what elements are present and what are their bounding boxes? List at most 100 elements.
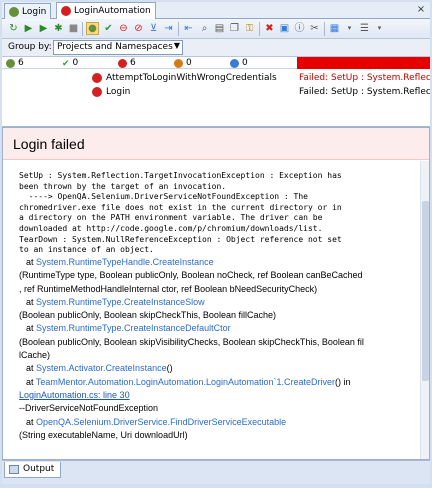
test-status-icon <box>9 6 19 17</box>
settings-icon[interactable]: ☰ <box>358 22 371 35</box>
filter-icon[interactable]: ⊻ <box>147 22 160 35</box>
result-name: AttemptToLoginWithWrongCredentials <box>106 73 277 83</box>
lock-icon[interactable]: ⚿ <box>243 22 256 35</box>
stack-method: CreateInstance <box>105 363 167 374</box>
stack-line: at System.RuntimeType.CreateInstanceSlow <box>19 296 423 309</box>
window-icon[interactable]: ▦ <box>328 22 341 35</box>
debug-icon[interactable]: ✱ <box>52 22 65 35</box>
stat-inconclusive: 0 <box>230 58 248 68</box>
group-by-select[interactable]: Projects and Namespaces ▼ <box>53 40 183 55</box>
document-tabstrip: Login LoginAutomation × <box>2 2 430 19</box>
source-file-link[interactable]: LoginAutomation.cs: line 30 <box>19 390 130 400</box>
tab-loginautomation[interactable]: LoginAutomation <box>56 2 156 19</box>
tab-label: LoginAutomation <box>74 6 151 16</box>
stop-icon[interactable]: ■ <box>67 22 80 35</box>
unit-icon[interactable]: ▣ <box>278 22 291 35</box>
stack-suffix: () in <box>335 376 351 387</box>
stack-line: , ref RuntimeMethodHandleInternal ctor, … <box>19 283 318 294</box>
tab-login[interactable]: Login <box>4 3 52 19</box>
stack-prefix: at <box>26 416 37 427</box>
stack-method: FindDriverServiceExecutable <box>170 416 287 427</box>
filter-ignored-icon[interactable]: ⊘ <box>132 22 145 35</box>
tab-label: Login <box>22 6 47 17</box>
failed-tests-icon <box>118 58 127 68</box>
stack-line: at OpenQA.Selenium.DriverService.FindDri… <box>19 416 423 429</box>
stack-method: CreateInstance <box>152 257 214 267</box>
message-line: chromedriver.exe file does not exist in … <box>19 202 342 212</box>
stack-suffix: () <box>166 363 173 374</box>
result-row[interactable]: Login Failed: SetUp : System.Reflection.… <box>2 85 430 99</box>
cut-icon[interactable]: ✂ <box>308 22 321 35</box>
stack-line: (RuntimeType type, Boolean publicOnly, B… <box>19 270 363 281</box>
failed-status-icon <box>61 6 71 16</box>
stack-line: (Boolean publicOnly, Boolean skipCheckTh… <box>19 310 276 321</box>
exception-message: SetUp : System.Reflection.TargetInvocati… <box>19 171 419 256</box>
stack-line: at TeamMentor.Automation.LoginAutomation… <box>19 376 423 389</box>
toolbar: ↻ ▶ ▶ ✱ ■ ● ✔ ⊖ ⊘ ⊻ ⇥ ⇤ ⌕ ▤ ❐ ⚿ ✖ ▣ ⓘ ✂ … <box>2 19 430 39</box>
tab-output[interactable]: Output <box>4 462 62 478</box>
details-panel: Login failed SetUp : System.Reflection.T… <box>2 127 430 460</box>
scrollbar-thumb[interactable] <box>422 201 429 381</box>
passed-tests-icon: ✔ <box>62 58 70 69</box>
run-all-icon[interactable]: ↻ <box>7 22 20 35</box>
chevron-down-icon[interactable]: ▾ <box>373 22 386 35</box>
stat-value: 0 <box>242 58 248 68</box>
close-icon[interactable]: × <box>416 5 426 15</box>
stack-line: (Boolean publicOnly, Boolean skipVisibil… <box>19 336 364 347</box>
stack-line: at System.RuntimeTypeHandle.CreateInstan… <box>19 256 423 269</box>
tree-icon[interactable]: ● <box>86 22 99 35</box>
stack-method: CreateInstanceDefaultCtor <box>124 323 231 334</box>
toolbar-separator <box>324 22 325 36</box>
stack-type: System.RuntimeTypeHandle. <box>36 257 153 267</box>
message-line: ----> OpenQA.Selenium.DriverServiceNotFo… <box>19 192 308 202</box>
stack-type: System.RuntimeType. <box>36 296 125 307</box>
failed-icon <box>92 87 102 97</box>
stack-type: System.Activator. <box>36 363 106 374</box>
info-icon[interactable]: ⓘ <box>293 22 306 35</box>
details-scrollbar[interactable] <box>420 161 429 459</box>
failed-progress-bar <box>297 57 430 69</box>
stat-passed: ✔ 0 <box>62 58 79 69</box>
stat-total: 6 <box>6 58 24 68</box>
stack-line: lCache) <box>19 350 51 361</box>
toolbar-separator <box>82 22 83 36</box>
results-list: AttemptToLoginWithWrongCredentials Faile… <box>2 69 430 127</box>
chevron-down-icon[interactable]: ▾ <box>343 22 356 35</box>
stack-line: --DriverServiceNotFoundException <box>19 403 159 414</box>
message-line: SetUp : System.Reflection.TargetInvocati… <box>19 171 342 180</box>
collapse-icon[interactable]: ⇤ <box>182 22 195 35</box>
copy-icon[interactable]: ❐ <box>228 22 241 35</box>
stack-type: TeamMentor.Automation.LoginAutomation.Lo… <box>35 376 284 387</box>
result-status: Failed: SetUp : System.Reflection.Target… <box>299 87 430 97</box>
stack-prefix: at <box>26 376 36 387</box>
filter-passed-icon[interactable]: ✔ <box>102 22 115 35</box>
export-icon[interactable]: ⇥ <box>162 22 175 35</box>
result-row[interactable]: AttemptToLoginWithWrongCredentials Faile… <box>2 71 430 85</box>
stat-value: 6 <box>130 58 136 68</box>
stack-type: OpenQA.Selenium.DriverService. <box>36 416 171 427</box>
total-tests-icon <box>6 58 15 68</box>
stack-prefix: at <box>26 296 37 307</box>
output-tab-label: Output <box>23 464 55 474</box>
chevron-down-icon: ▼ <box>173 41 180 50</box>
open-icon[interactable]: ▤ <box>213 22 226 35</box>
delete-icon[interactable]: ✖ <box>263 22 276 35</box>
message-line: TearDown : System.NullReferenceException… <box>19 234 342 244</box>
stack-line: (String executableName, Uri downloadUrl) <box>19 429 188 440</box>
stack-trace: at System.RuntimeTypeHandle.CreateInstan… <box>19 256 423 442</box>
details-title: Login failed <box>13 136 85 152</box>
run-icon[interactable]: ▶ <box>22 22 35 35</box>
failed-warning-icon <box>92 73 102 83</box>
result-status: Failed: SetUp : System.Reflection.Target… <box>299 73 430 83</box>
find-icon[interactable]: ⌕ <box>198 22 211 35</box>
stat-value: 0 <box>72 58 79 68</box>
group-by-value: Projects and Namespaces <box>57 42 173 52</box>
stat-failed: 6 <box>118 58 136 68</box>
group-by-label: Group by: <box>8 42 52 52</box>
stat-ignored: 0 <box>174 58 192 68</box>
result-name: Login <box>106 87 131 97</box>
filter-failed-icon[interactable]: ⊖ <box>117 22 130 35</box>
run-selected-icon[interactable]: ▶ <box>37 22 50 35</box>
stack-method: CreateDriver <box>284 376 336 387</box>
message-line: to an instance of an object. <box>19 245 154 255</box>
